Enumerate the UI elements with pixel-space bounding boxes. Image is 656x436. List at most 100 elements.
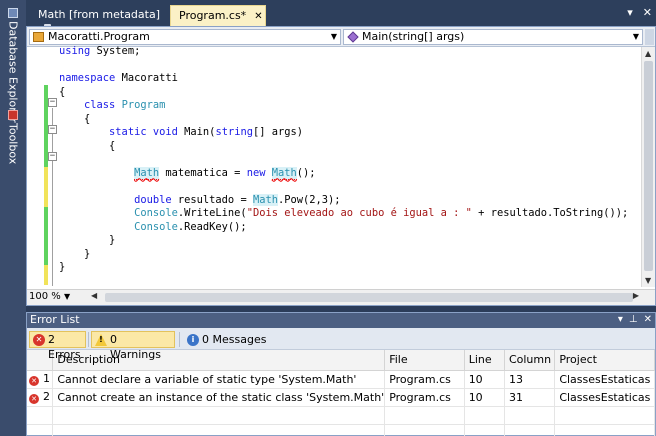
left-tool-strip: Database Explorer Toolbox: [0, 0, 26, 436]
error-icon: ✕: [29, 376, 39, 386]
error-table: Description File Line Column Project ✕ 1 …: [27, 350, 655, 436]
code-line: class Program: [84, 99, 166, 111]
zoom-value: 100 %: [29, 291, 61, 302]
vertical-scrollbar[interactable]: ▲ ▼: [641, 47, 655, 287]
tab-dropdown-icon[interactable]: ▾: [627, 6, 633, 19]
type-combo-value: Macoratti.Program: [48, 30, 150, 43]
change-marker: [44, 265, 48, 285]
chevron-down-icon: ▼: [632, 32, 639, 41]
scroll-left-icon[interactable]: ◀: [91, 291, 97, 300]
error-number: 2: [43, 390, 50, 403]
database-explorer-label: Database Explorer: [6, 21, 20, 123]
code-line: Console.WriteLine("Dois eleveado ao cubo…: [134, 207, 629, 219]
code-line: }: [59, 234, 116, 246]
error-list-title: Error List: [30, 313, 80, 326]
error-number: 1: [43, 372, 50, 385]
project-cell: ClassesEstaticas: [554, 370, 655, 389]
code-editor: Macoratti.Program ▼ Main(string[] args) …: [26, 26, 656, 306]
chevron-down-icon: ▼: [330, 32, 337, 41]
fold-toggle[interactable]: −: [48, 152, 57, 161]
horizontal-bar: 100 % ▼ ◀ ▶: [27, 289, 655, 305]
description-cell: Cannot declare a variable of static type…: [52, 370, 386, 389]
warning-icon: !: [95, 334, 107, 346]
scroll-thumb[interactable]: [644, 61, 653, 271]
warnings-filter-label: 0 Warnings: [110, 333, 161, 361]
zoom-combo[interactable]: 100 % ▼: [29, 291, 79, 304]
errors-filter-button[interactable]: ✕ 2 Errors: [29, 331, 86, 361]
error-list-toolbar: ✕ 2 Errors ! 0 Warnings i 0 Messages: [27, 328, 655, 361]
error-icon: ✕: [29, 394, 39, 404]
document-tabs: Math [from metadata] Program.cs* ✕ ▾ ✕: [26, 0, 656, 32]
toolbox-icon: [8, 110, 18, 120]
close-window-icon[interactable]: ✕: [643, 6, 652, 19]
horizontal-scroll-thumb[interactable]: [105, 293, 633, 302]
tab-controls: ▾ ✕: [617, 6, 652, 19]
database-explorer-tab[interactable]: Database Explorer: [4, 8, 22, 123]
tab-label: Math [from metadata]: [38, 8, 161, 21]
error-list-panel: Error List ▾ ⊥ ✕ ✕ 2 Errors ! 0 Warnings i…: [26, 312, 656, 436]
pin-icon[interactable]: ⊥: [629, 314, 638, 325]
member-combo[interactable]: Main(string[] args) ▼: [343, 29, 643, 45]
close-icon[interactable]: ✕: [644, 314, 652, 325]
messages-filter-label: 0 Messages: [202, 333, 267, 346]
editor-margin: − − −: [27, 47, 57, 286]
table-row-empty: [27, 406, 655, 425]
file-cell: Program.cs: [384, 370, 465, 389]
line-cell: 10: [464, 388, 505, 407]
type-combo[interactable]: Macoratti.Program ▼: [29, 29, 341, 45]
toolbox-tab[interactable]: Toolbox: [4, 110, 22, 164]
tab-label: Program.cs*: [179, 9, 247, 22]
close-icon[interactable]: ✕: [254, 11, 262, 22]
column-header-description[interactable]: Description: [52, 350, 386, 371]
separator: [179, 332, 180, 347]
scroll-right-icon[interactable]: ▶: [633, 291, 639, 300]
tab-program-cs[interactable]: Program.cs* ✕: [170, 5, 266, 26]
file-cell: Program.cs: [384, 388, 465, 407]
separator: [88, 332, 89, 347]
column-cell: 13: [504, 370, 556, 389]
table-row[interactable]: ✕ 1 Cannot declare a variable of static t…: [27, 370, 655, 389]
scroll-down-icon[interactable]: ▼: [645, 276, 651, 285]
table-row-empty: [27, 424, 655, 436]
fold-toggle[interactable]: −: [48, 98, 57, 107]
method-icon: [347, 31, 359, 43]
code-line: Math matematica = new Math();: [134, 166, 316, 180]
toolbox-label: Toolbox: [6, 123, 20, 165]
code-text[interactable]: using System; namespace Macoratti{ class…: [59, 45, 639, 285]
panel-controls: ▾ ⊥ ✕: [612, 313, 652, 327]
split-handle[interactable]: [645, 29, 654, 45]
fold-toggle[interactable]: −: [48, 125, 57, 134]
code-line: {: [59, 112, 91, 125]
code-line: using System;: [59, 45, 141, 57]
error-list-header: Error List ▾ ⊥ ✕: [27, 313, 655, 328]
column-header-line[interactable]: Line: [464, 350, 505, 371]
dropdown-icon[interactable]: ▾: [618, 314, 623, 325]
tab-math-metadata[interactable]: Math [from metadata]: [30, 5, 168, 32]
change-marker: [44, 207, 48, 265]
line-cell: 10: [464, 370, 505, 389]
error-number-cell: ✕ 1: [27, 370, 54, 389]
code-line: {: [59, 85, 66, 98]
scroll-up-icon[interactable]: ▲: [645, 49, 651, 58]
column-header-project[interactable]: Project: [554, 350, 655, 371]
change-marker: [44, 85, 48, 99]
errors-filter-label: 2 Errors: [48, 333, 81, 361]
navigation-bar: Macoratti.Program ▼ Main(string[] args) …: [27, 27, 655, 47]
messages-filter-button[interactable]: i 0 Messages: [183, 331, 279, 348]
column-header-column[interactable]: Column: [504, 350, 556, 371]
error-number-cell: ✕ 2: [27, 388, 54, 407]
code-line: static void Main(string[] args): [109, 126, 304, 138]
column-cell: 31: [504, 388, 556, 407]
info-icon: i: [187, 334, 199, 346]
warnings-filter-button[interactable]: ! 0 Warnings: [91, 331, 175, 361]
code-line: {: [59, 139, 116, 152]
code-line: double resultado = Math.Pow(2,3);: [134, 193, 341, 206]
column-header-file[interactable]: File: [384, 350, 465, 371]
table-row[interactable]: ✕ 2 Cannot create an instance of the stat…: [27, 388, 655, 407]
fold-line: [52, 108, 53, 286]
description-cell: Cannot create an instance of the static …: [52, 388, 386, 407]
error-icon: ✕: [33, 334, 45, 346]
